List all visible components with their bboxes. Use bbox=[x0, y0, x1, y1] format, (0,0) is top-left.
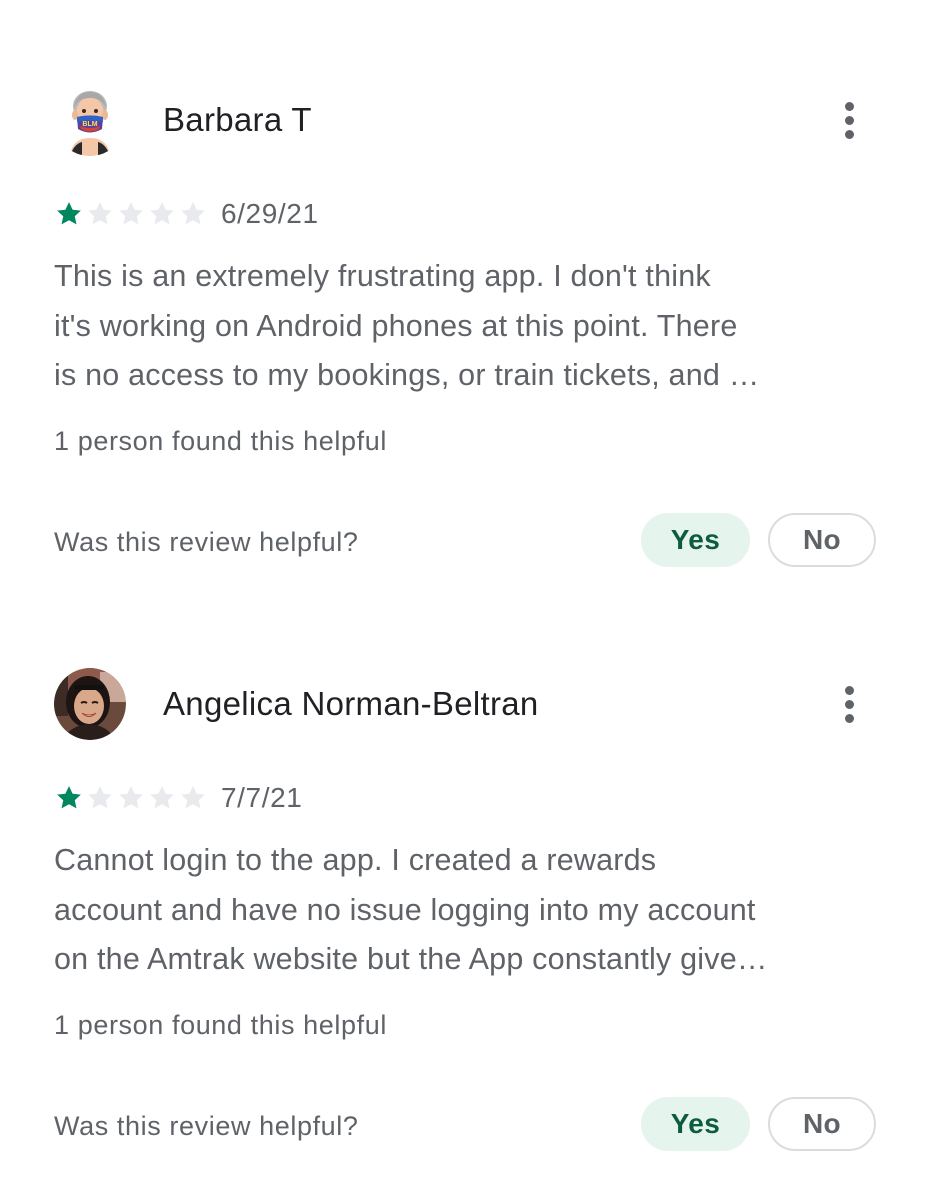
star-icon bbox=[57, 202, 81, 225]
star-rating bbox=[54, 199, 208, 229]
star-icon bbox=[57, 786, 81, 809]
star-icon bbox=[150, 202, 174, 225]
review-text[interactable]: This is an extremely frustrating app. I … bbox=[54, 252, 869, 401]
star-icon bbox=[150, 786, 174, 809]
review-text-line: on the Amtrak website but the App consta… bbox=[54, 942, 768, 976]
review-date: 7/7/21 bbox=[221, 782, 303, 813]
yes-button[interactable]: Yes bbox=[641, 513, 750, 567]
helpful-question: Was this review helpful? bbox=[54, 1111, 359, 1141]
star-icon bbox=[88, 786, 112, 809]
helpful-count: 1 person found this helpful bbox=[54, 1010, 387, 1040]
reviewer-name: Barbara T bbox=[163, 101, 312, 138]
review-text[interactable]: Cannot login to the app. I created a rew… bbox=[54, 836, 869, 985]
reviewer-name: Angelica Norman-Beltran bbox=[163, 685, 539, 722]
review-text-line: is no access to my bookings, or train ti… bbox=[54, 358, 760, 392]
review-text-line: it's working on Android phones at this p… bbox=[54, 308, 738, 343]
avatar[interactable] bbox=[54, 668, 126, 740]
review-card: Angelica Norman-Beltran 7/7/21 Cannot lo… bbox=[0, 584, 931, 1151]
helpful-question: Was this review helpful? bbox=[54, 527, 359, 557]
no-button[interactable]: No bbox=[768, 513, 876, 567]
svg-text:BLM: BLM bbox=[82, 121, 97, 128]
star-icon bbox=[119, 202, 143, 225]
yes-button[interactable]: Yes bbox=[641, 1097, 750, 1151]
star-icon bbox=[88, 202, 112, 225]
star-icon bbox=[181, 202, 205, 225]
helpful-count: 1 person found this helpful bbox=[54, 426, 387, 456]
review-card: BLM Barbara T 6/29/21 This is an extreme… bbox=[0, 0, 931, 567]
review-text-line: account and have no issue logging into m… bbox=[54, 892, 756, 927]
more-vert-icon[interactable] bbox=[828, 680, 870, 728]
star-icon bbox=[119, 786, 143, 809]
review-text-line: This is an extremely frustrating app. I … bbox=[54, 259, 711, 293]
review-date: 6/29/21 bbox=[221, 198, 319, 229]
more-vert-icon[interactable] bbox=[828, 96, 870, 144]
star-icon bbox=[181, 786, 205, 809]
star-rating bbox=[54, 783, 208, 813]
review-text-line: Cannot login to the app. I created a rew… bbox=[54, 843, 657, 877]
no-button[interactable]: No bbox=[768, 1097, 876, 1151]
avatar[interactable]: BLM bbox=[54, 84, 126, 156]
